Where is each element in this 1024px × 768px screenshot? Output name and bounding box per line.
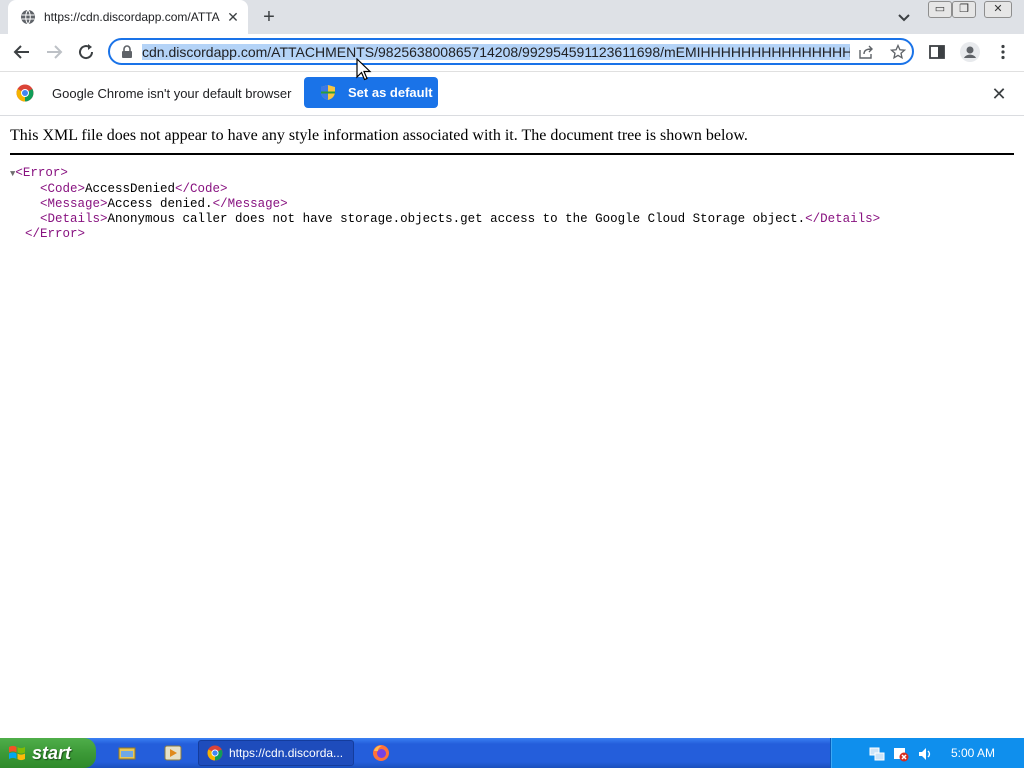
media-player-icon[interactable] — [164, 744, 182, 762]
kebab-menu-icon[interactable] — [994, 43, 1012, 61]
share-icon[interactable] — [858, 44, 874, 60]
tab-strip: https://cdn.discordapp.com/ATTACHMENTS ✕… — [0, 0, 1024, 34]
window-minimize-button[interactable]: ▭ — [928, 1, 952, 18]
shield-icon — [321, 85, 335, 100]
set-as-default-label: Set as default — [348, 85, 433, 100]
page-content: This XML file does not appear to have an… — [0, 116, 1024, 737]
windows-flag-icon — [9, 745, 25, 761]
xml-message-open-tag: <Message> — [40, 197, 108, 211]
file-explorer-icon[interactable] — [118, 744, 136, 762]
system-tray: 5:00 AM — [830, 738, 1024, 768]
xml-details-open-tag: <Details> — [40, 212, 108, 226]
xml-code-close-tag: </Code> — [175, 182, 228, 196]
clock: 5:00 AM — [951, 746, 996, 760]
chrome-task-icon — [207, 745, 223, 761]
xml-details-close-tag: </Details> — [805, 212, 881, 226]
profile-avatar-icon[interactable] — [960, 42, 980, 62]
tab-search-chevron-icon[interactable] — [896, 9, 912, 25]
taskbar-chrome-button[interactable]: https://cdn.discorda... — [198, 740, 354, 766]
back-arrow-icon[interactable] — [12, 42, 32, 62]
xml-code-open-tag: <Code> — [40, 182, 86, 196]
side-panel-icon[interactable] — [928, 43, 946, 61]
taskbar: start https://cdn.discorda... 5:00 AM — [0, 738, 1024, 768]
default-browser-infobar: Google Chrome isn't your default browser… — [0, 72, 1024, 116]
tab-close-icon[interactable]: ✕ — [226, 10, 240, 24]
xml-message-close-tag: </Message> — [212, 197, 288, 211]
infobar-message: Google Chrome isn't your default browser — [52, 86, 292, 101]
firefox-icon[interactable] — [372, 744, 390, 762]
reload-icon[interactable] — [76, 42, 96, 62]
start-label: start — [32, 743, 72, 763]
xml-code-value: AccessDenied — [85, 182, 176, 196]
url-text[interactable]: cdn.discordapp.com/ATTACHMENTS/982563800… — [142, 43, 850, 61]
security-alert-icon[interactable] — [893, 746, 909, 762]
taskbar-chrome-label: https://cdn.discorda... — [229, 746, 344, 760]
browser-toolbar: cdn.discordapp.com/ATTACHMENTS/982563800… — [0, 34, 1024, 72]
lock-icon[interactable] — [120, 45, 134, 59]
window-close-button[interactable]: ✕ — [984, 1, 1012, 18]
network-icon[interactable] — [869, 746, 885, 762]
chrome-logo-icon — [16, 84, 34, 102]
xml-error-close-tag: </Error> — [25, 227, 86, 241]
address-bar[interactable]: cdn.discordapp.com/ATTACHMENTS/982563800… — [108, 38, 914, 65]
mouse-cursor-icon — [356, 58, 372, 81]
volume-icon[interactable] — [917, 746, 933, 762]
start-button[interactable]: start — [0, 738, 96, 768]
xml-message-value: Access denied. — [107, 197, 213, 211]
tab-title: https://cdn.discordapp.com/ATTACHMENTS — [44, 10, 220, 24]
xml-style-notice: This XML file does not appear to have an… — [10, 126, 1014, 155]
infobar-close-icon[interactable]: ✕ — [990, 85, 1008, 103]
url-selection: cdn.discordapp.com/ATTACHMENTS/982563800… — [142, 44, 850, 60]
forward-arrow-icon[interactable] — [44, 42, 64, 62]
xml-error-open-tag: <Error> — [15, 166, 68, 180]
xml-tree: ▼<Error> <Code>AccessDenied</Code> <Mess… — [10, 166, 880, 242]
globe-icon — [21, 9, 35, 25]
window-maximize-button[interactable]: ❐ — [952, 1, 976, 18]
new-tab-button[interactable]: + — [260, 7, 278, 27]
bookmark-star-icon[interactable] — [890, 44, 906, 60]
xml-details-value: Anonymous caller does not have storage.o… — [107, 212, 806, 226]
tab-active[interactable]: https://cdn.discordapp.com/ATTACHMENTS ✕ — [8, 0, 248, 34]
